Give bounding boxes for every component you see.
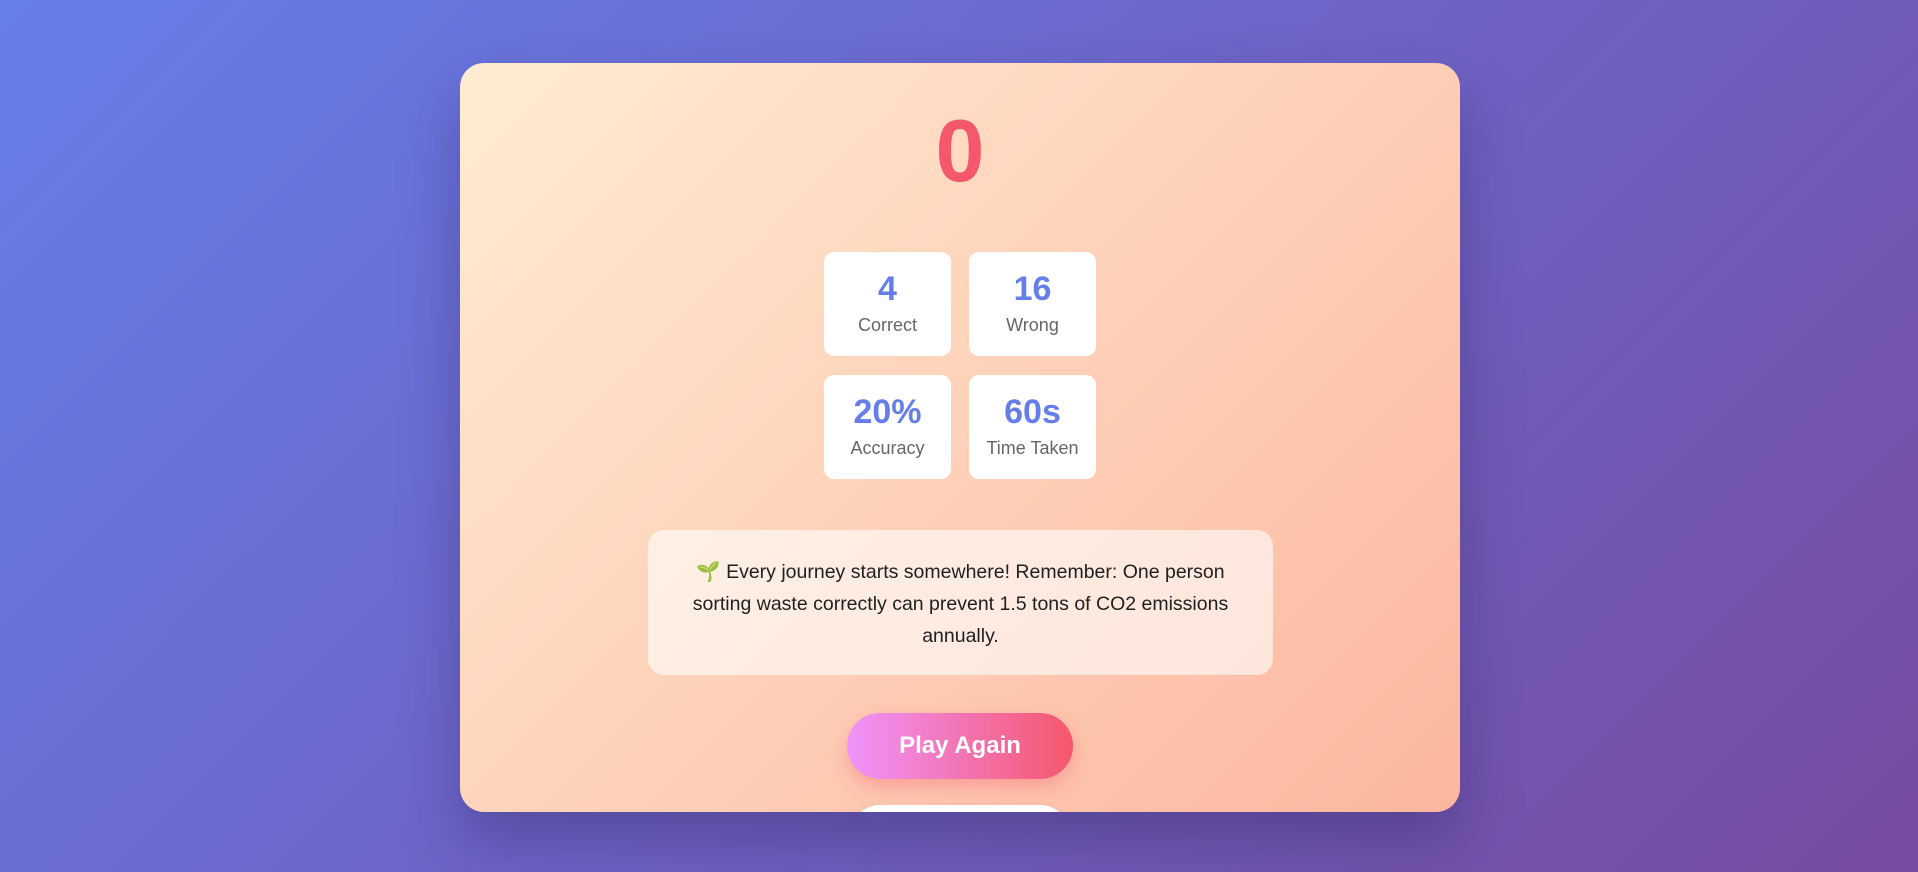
stat-correct: 4 Correct — [824, 252, 951, 356]
stat-accuracy-label: Accuracy — [850, 438, 925, 459]
stat-accuracy: 20% Accuracy — [824, 375, 951, 479]
results-card: 0 4 Correct 16 Wrong 20% Accuracy 60s Ti… — [460, 63, 1460, 812]
stat-time-value: 60s — [1004, 393, 1061, 431]
stat-time-label: Time Taken — [986, 438, 1079, 459]
stat-correct-label: Correct — [857, 315, 917, 336]
stat-correct-value: 4 — [878, 270, 897, 308]
stat-wrong: 16 Wrong — [969, 252, 1096, 356]
final-score: 0 — [935, 101, 985, 200]
stats-grid: 4 Correct 16 Wrong 20% Accuracy 60s Time… — [824, 252, 1096, 479]
secondary-button[interactable] — [850, 805, 1070, 812]
stat-wrong-value: 16 — [1013, 270, 1052, 308]
stat-accuracy-value: 20% — [853, 393, 922, 431]
stat-time: 60s Time Taken — [969, 375, 1096, 479]
stat-wrong-label: Wrong — [1006, 315, 1059, 336]
play-again-button[interactable]: Play Again — [847, 713, 1073, 779]
eco-message: 🌱 Every journey starts somewhere! Rememb… — [648, 530, 1273, 675]
